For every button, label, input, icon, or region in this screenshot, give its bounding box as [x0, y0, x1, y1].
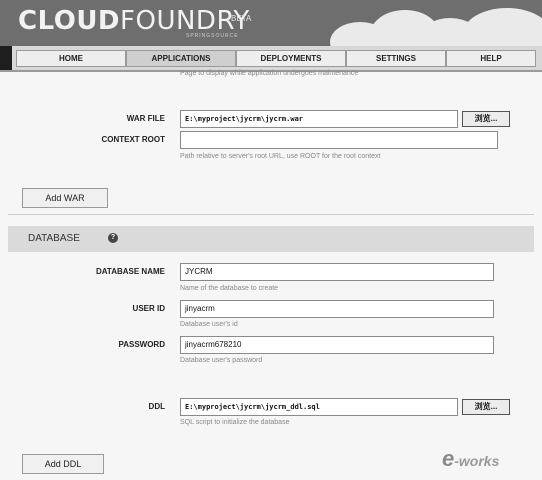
war-file-field[interactable]: E:\myproject\jycrm\jycrm.war: [180, 110, 458, 128]
main-nav: HOME APPLICATIONS DEPLOYMENTS SETTINGS H…: [0, 46, 542, 72]
watermark-logo: e-works: [442, 446, 500, 471]
tab-settings[interactable]: SETTINGS: [346, 50, 446, 67]
password-hint: Database user's password: [180, 357, 263, 364]
database-name-label: DATABASE NAME: [95, 267, 165, 276]
password-field[interactable]: jinyacrm678210: [180, 336, 494, 354]
ddl-hint: SQL script to initialize the database: [180, 419, 290, 426]
war-browse-button[interactable]: 浏览...: [462, 111, 510, 127]
ddl-browse-button[interactable]: 浏览...: [462, 399, 510, 415]
logo[interactable]: CLOUDFOUNDRY: [18, 6, 250, 36]
tab-deployments[interactable]: DEPLOYMENTS: [236, 50, 346, 67]
tab-help[interactable]: HELP: [446, 50, 536, 67]
help-icon[interactable]: ?: [108, 233, 118, 243]
user-id-hint: Database user's id: [180, 321, 238, 328]
database-section-header: DATABASE ?: [8, 226, 534, 252]
divider: [8, 214, 534, 215]
logo-subtitle: SPRINGSOURCE: [186, 33, 239, 39]
ddl-label: DDL: [148, 402, 165, 411]
tab-home[interactable]: HOME: [16, 50, 126, 67]
user-id-label: USER ID: [132, 304, 165, 313]
database-name-field[interactable]: JYCRM: [180, 263, 494, 281]
context-root-label: CONTEXT ROOT: [101, 135, 165, 144]
add-ddl-button[interactable]: Add DDL: [22, 454, 104, 474]
database-name-hint: Name of the database to create: [180, 285, 279, 292]
add-war-button[interactable]: Add WAR: [22, 188, 108, 208]
context-root-field[interactable]: [180, 131, 498, 149]
cloud-decoration: [462, 8, 542, 46]
beta-badge: BETA: [231, 14, 252, 23]
ddl-field[interactable]: E:\myproject\jycrm\jycrm_ddl.sql: [180, 398, 458, 416]
war-file-label: WAR FILE: [126, 114, 165, 123]
nav-cap: [0, 46, 12, 70]
section-title: DATABASE: [28, 233, 80, 244]
password-label: PASSWORD: [118, 340, 165, 349]
user-id-field[interactable]: jinyacrm: [180, 300, 494, 318]
app-header: CLOUDFOUNDRY BETA SPRINGSOURCE: [0, 0, 542, 46]
maintenance-hint: Page to display while application underg…: [180, 70, 359, 77]
context-root-hint: Path relative to server's root URL, use …: [180, 153, 381, 160]
tab-applications[interactable]: APPLICATIONS: [126, 50, 236, 67]
